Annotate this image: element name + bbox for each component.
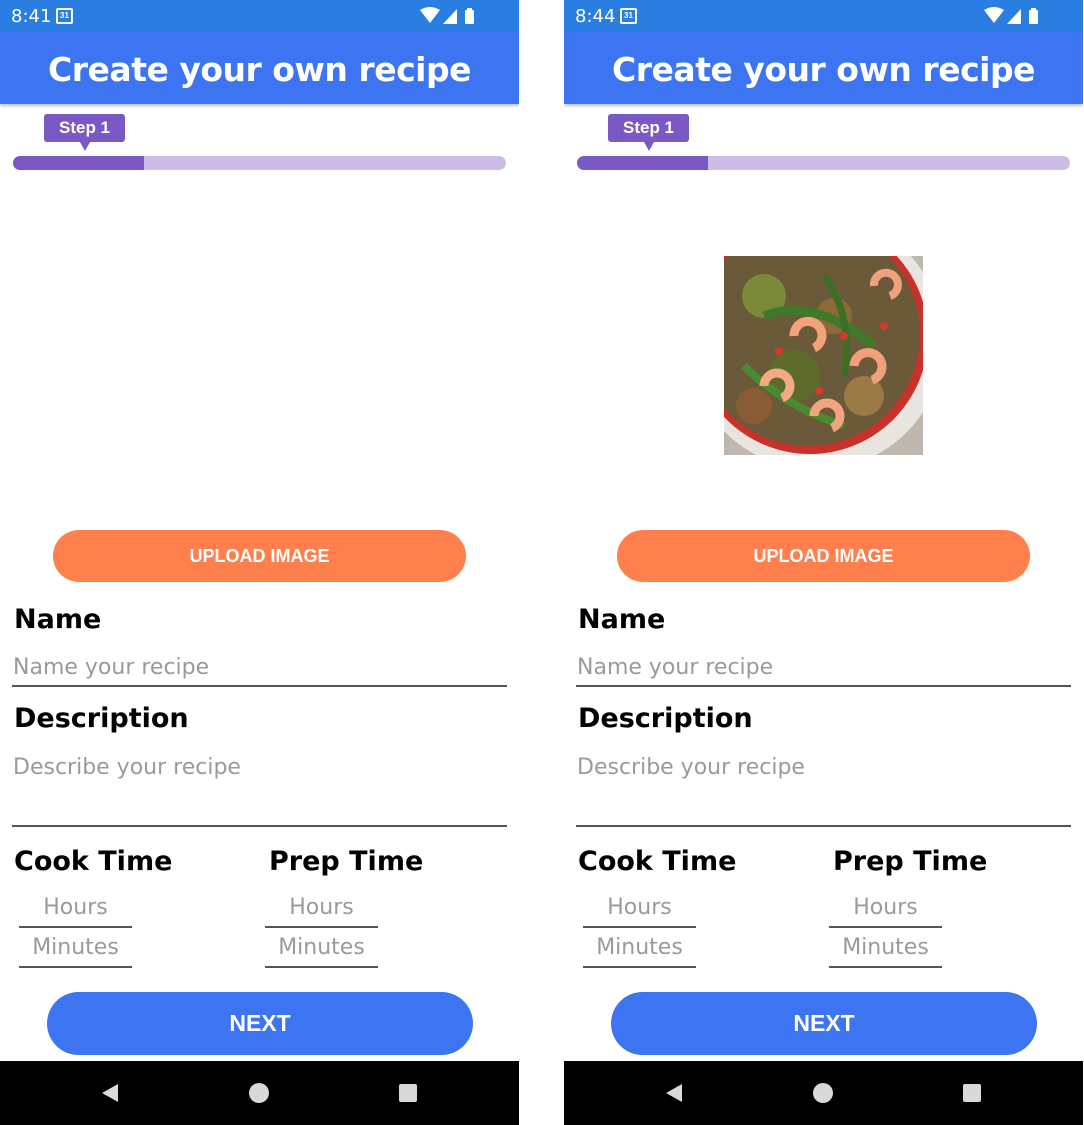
calendar-icon: 31 <box>56 8 73 24</box>
name-input-underline <box>12 685 507 687</box>
upload-image-button[interactable]: UPLOAD IMAGE <box>53 530 466 582</box>
app-bar: Create your own recipe <box>564 32 1083 104</box>
cook-time-hours-input[interactable]: Hours <box>583 890 696 928</box>
status-icons <box>420 7 474 24</box>
nav-recents-icon[interactable] <box>399 1084 417 1102</box>
nav-back-icon[interactable] <box>664 1083 684 1103</box>
cook-time-minutes-input[interactable]: Minutes <box>19 930 132 968</box>
cook-time-hours-input[interactable]: Hours <box>19 890 132 928</box>
description-input-underline <box>576 825 1071 827</box>
name-label: Name <box>14 604 102 635</box>
system-navigation-bar <box>0 1061 519 1125</box>
name-input[interactable]: Name your recipe <box>13 655 209 680</box>
prep-time-label: Prep Time <box>269 846 424 877</box>
battery-icon <box>1029 10 1038 24</box>
system-navigation-bar <box>564 1061 1083 1125</box>
page-title: Create your own recipe <box>48 50 471 89</box>
step-progress-fill <box>577 156 708 170</box>
upload-image-button[interactable]: UPLOAD IMAGE <box>617 530 1030 582</box>
description-label: Description <box>14 703 189 734</box>
step-progress-fill <box>13 156 144 170</box>
description-label: Description <box>578 703 753 734</box>
nav-recents-icon[interactable] <box>963 1084 981 1102</box>
cook-time-label: Cook Time <box>578 846 737 877</box>
description-input[interactable]: Describe your recipe <box>13 755 241 780</box>
next-button[interactable]: NEXT <box>611 992 1037 1055</box>
prep-time-minutes-input[interactable]: Minutes <box>265 930 378 968</box>
prep-time-minutes-input[interactable]: Minutes <box>829 930 942 968</box>
cellular-signal-icon <box>443 9 457 24</box>
description-input-underline <box>12 825 507 827</box>
step-progress-bar <box>13 156 506 170</box>
step-badge: Step 1 <box>44 114 125 142</box>
prep-time-hours-input[interactable]: Hours <box>829 890 942 928</box>
calendar-icon: 31 <box>620 8 637 24</box>
screen-after-upload: 8:44 31 Create your own recipe Step 1 UP… <box>564 0 1083 1125</box>
status-time: 8:44 <box>575 6 616 27</box>
description-input[interactable]: Describe your recipe <box>577 755 805 780</box>
cellular-signal-icon <box>1007 9 1021 24</box>
next-button[interactable]: NEXT <box>47 992 473 1055</box>
cook-time-minutes-input[interactable]: Minutes <box>583 930 696 968</box>
status-time: 8:41 <box>11 6 52 27</box>
prep-time-hours-input[interactable]: Hours <box>265 890 378 928</box>
recipe-photo-illustration <box>724 256 923 455</box>
step-badge-pointer <box>80 142 90 151</box>
app-bar: Create your own recipe <box>0 32 519 104</box>
name-input-underline <box>576 685 1071 687</box>
nav-home-icon[interactable] <box>249 1083 269 1103</box>
name-label: Name <box>578 604 666 635</box>
recipe-image <box>724 256 923 455</box>
nav-back-icon[interactable] <box>100 1083 120 1103</box>
screen-before-upload: 8:41 31 Create your own recipe Step 1 UP… <box>0 0 519 1125</box>
nav-home-icon[interactable] <box>813 1083 833 1103</box>
step-badge-pointer <box>644 142 654 151</box>
battery-icon <box>465 10 474 24</box>
status-bar: 8:44 31 <box>564 0 1083 32</box>
step-badge: Step 1 <box>608 114 689 142</box>
status-bar: 8:41 31 <box>0 0 519 32</box>
page-title: Create your own recipe <box>612 50 1035 89</box>
cook-time-label: Cook Time <box>14 846 173 877</box>
step-progress-bar <box>577 156 1070 170</box>
wifi-icon <box>420 7 440 23</box>
status-icons <box>984 7 1038 24</box>
name-input[interactable]: Name your recipe <box>577 655 773 680</box>
prep-time-label: Prep Time <box>833 846 988 877</box>
wifi-icon <box>984 7 1004 23</box>
